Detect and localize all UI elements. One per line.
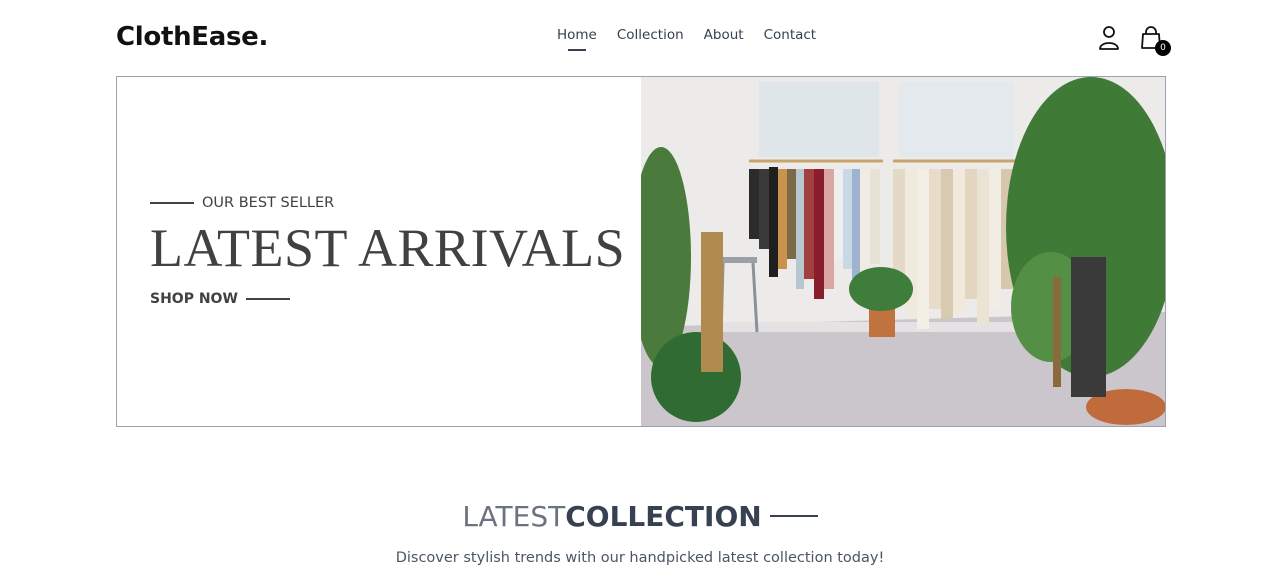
hero-subtitle-line: [150, 202, 194, 204]
hero-text-panel: OUR BEST SELLER LATEST ARRIVALS SHOP NOW: [117, 77, 641, 426]
nav-link-home[interactable]: Home: [557, 27, 597, 43]
title-light: LATEST: [462, 500, 566, 533]
brand-name: ClothEase: [116, 22, 259, 52]
hero-banner: OUR BEST SELLER LATEST ARRIVALS SHOP NOW: [116, 76, 1166, 427]
main-nav: Home Collection About Contact: [557, 27, 816, 43]
brand-dot: .: [258, 22, 269, 52]
shop-now-button[interactable]: SHOP NOW: [150, 291, 290, 307]
brand-logo[interactable]: ClothEase.: [116, 22, 268, 52]
shop-now-line: [245, 298, 290, 300]
navbar: ClothEase. Home Collection About Contact…: [116, 0, 1171, 76]
latest-collection-title: LATESTCOLLECTION: [0, 500, 1280, 533]
title-dark: COLLECTION: [565, 500, 762, 533]
hero-subtitle: OUR BEST SELLER: [150, 195, 334, 211]
nav-icons: 0: [1095, 24, 1171, 56]
nav-link-contact[interactable]: Contact: [764, 27, 817, 43]
cart-icon[interactable]: 0: [1137, 24, 1171, 56]
cart-count-badge: 0: [1155, 40, 1171, 56]
hero-subtitle-text: OUR BEST SELLER: [202, 195, 335, 211]
profile-icon[interactable]: [1095, 24, 1123, 52]
shop-now-label: SHOP NOW: [150, 291, 238, 307]
nav-link-about[interactable]: About: [704, 27, 744, 43]
hero-image: [640, 77, 1165, 426]
title-line: [769, 515, 818, 517]
latest-collection-description: Discover stylish trends with our handpic…: [395, 550, 885, 566]
nav-link-collection[interactable]: Collection: [617, 27, 684, 43]
hero-title: LATEST ARRIVALS: [150, 218, 626, 278]
